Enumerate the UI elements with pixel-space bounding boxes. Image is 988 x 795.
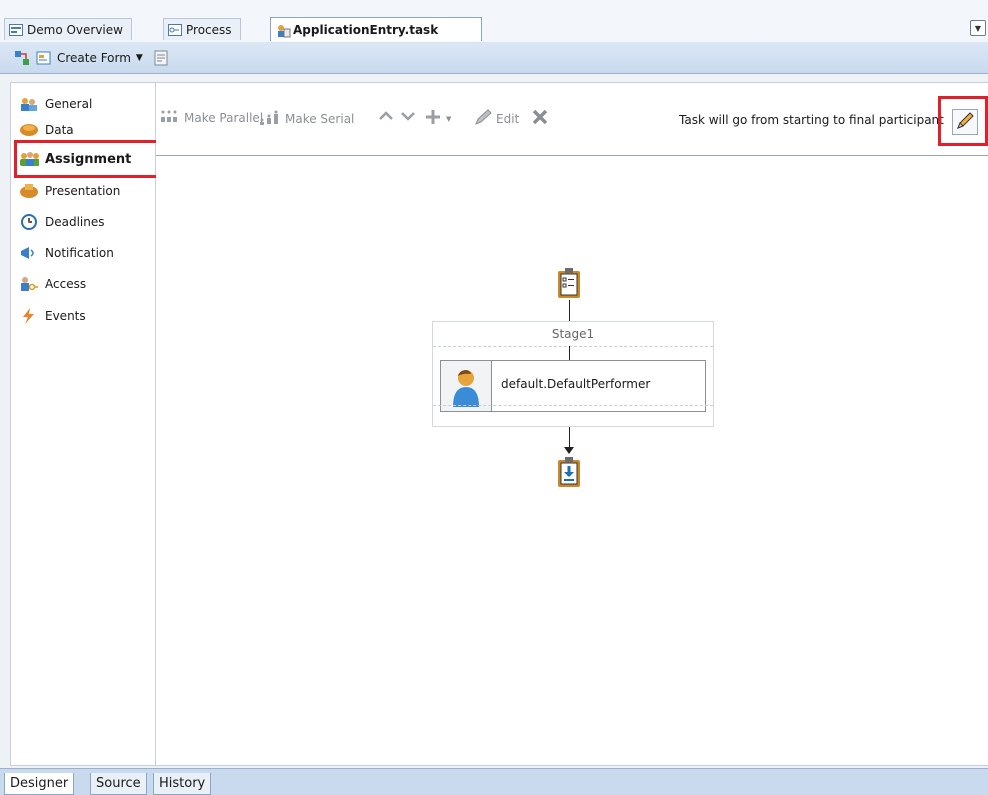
access-icon (19, 276, 39, 292)
nav-item-events[interactable]: Events (19, 305, 86, 327)
create-form-button[interactable]: Create Form ▼ (34, 48, 145, 68)
nav-item-access[interactable]: Access (19, 273, 86, 295)
make-serial-icon (259, 109, 281, 128)
bottom-tab-bar: Designer Source History (0, 768, 988, 795)
plus-icon (424, 109, 442, 128)
task-overview-icon[interactable] (14, 50, 30, 66)
save-form-icon[interactable] (153, 50, 169, 66)
nav-item-presentation[interactable]: Presentation (19, 180, 120, 202)
delete-participant-button[interactable] (532, 109, 548, 128)
task-section-nav: General Data Assignment Presentation Dea… (10, 82, 156, 766)
add-participant-button[interactable]: ▼ (424, 109, 451, 128)
editor-tab-bar: Demo Overview Process ApplicationEntry.t… (0, 0, 988, 43)
delete-x-icon (532, 109, 548, 128)
assignment-toolbar: Make Parallel Make Serial ▼ Edit Task wi… (156, 83, 988, 156)
chevron-up-icon (378, 109, 394, 126)
general-icon (19, 96, 39, 112)
make-serial-button[interactable]: Make Serial (259, 109, 354, 128)
stage-box[interactable]: Stage1 default.DefaultPerformer (432, 321, 714, 427)
move-down-button[interactable] (400, 109, 416, 126)
chevron-down-icon (400, 109, 416, 126)
task-icon (275, 24, 291, 37)
tab-process[interactable]: Process (163, 18, 241, 40)
tab-designer[interactable]: Designer (4, 773, 75, 795)
deadlines-icon (19, 214, 39, 230)
tab-list-dropdown-icon[interactable]: ▼ (970, 20, 986, 36)
edit-participant-button[interactable]: Edit (474, 109, 519, 128)
dropdown-arrow-icon: ▼ (446, 114, 452, 123)
connector-line (569, 346, 570, 360)
presentation-icon (19, 183, 39, 199)
move-up-button[interactable] (378, 109, 394, 126)
nav-item-data[interactable]: Data (19, 119, 74, 141)
nav-item-notification[interactable]: Notification (19, 242, 114, 264)
tab-source[interactable]: Source (90, 773, 147, 795)
nav-item-assignment[interactable]: Assignment (19, 148, 131, 170)
task-start-icon[interactable] (557, 267, 581, 299)
editor-toolbar: Create Form ▼ (0, 42, 988, 74)
participant-name: default.DefaultPerformer (501, 377, 651, 391)
data-icon (19, 122, 39, 138)
make-parallel-button[interactable]: Make Parallel (160, 109, 263, 126)
routing-description: Task will go from starting to final part… (679, 113, 944, 127)
tab-demo-overview[interactable]: Demo Overview (4, 18, 132, 40)
assignment-icon (19, 151, 39, 167)
user-avatar-icon (441, 361, 492, 411)
arrow-head-icon (564, 447, 574, 454)
chevron-down-icon: ▼ (135, 52, 143, 63)
assignment-editor-canvas: Make Parallel Make Serial ▼ Edit Task wi… (156, 82, 988, 766)
nav-item-general[interactable]: General (19, 93, 92, 115)
pencil-icon (474, 109, 492, 128)
stage-divider (433, 405, 713, 406)
nav-item-deadlines[interactable]: Deadlines (19, 211, 105, 233)
edit-routing-button[interactable] (952, 109, 978, 135)
tab-history[interactable]: History (153, 773, 212, 795)
tab-application-entry-task[interactable]: ApplicationEntry.task (270, 17, 482, 41)
stage-title: Stage1 (433, 322, 713, 347)
pencil-icon (956, 111, 974, 133)
form-icon (36, 50, 52, 66)
overview-icon (9, 23, 23, 36)
make-parallel-icon (160, 109, 180, 126)
process-icon (168, 23, 182, 36)
events-icon (19, 308, 39, 324)
connector-line (569, 300, 570, 321)
task-end-icon[interactable] (557, 456, 581, 488)
notification-icon (19, 245, 39, 261)
